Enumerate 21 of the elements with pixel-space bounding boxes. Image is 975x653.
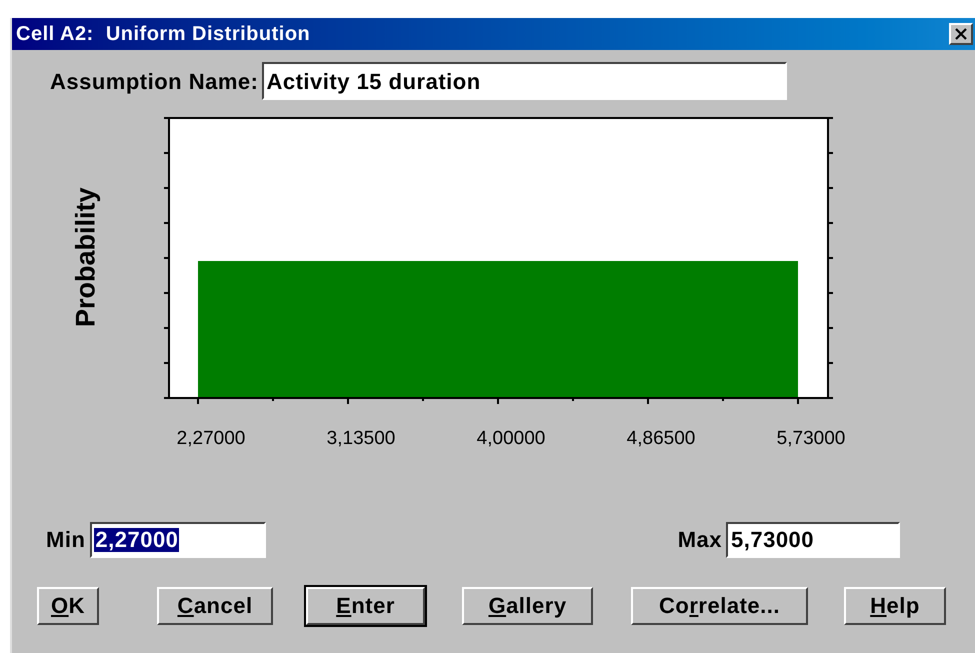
assumption-name-label: Assumption Name:	[50, 68, 258, 96]
x-tick-label: 4,86500	[626, 427, 696, 451]
x-tick-label: 4,00000	[476, 427, 546, 451]
y-axis-label: Probability	[69, 187, 102, 327]
x-tick-label: 5,73000	[776, 427, 846, 451]
dialog-button[interactable]: OK	[37, 586, 99, 624]
number-field[interactable]: 5,73000	[726, 522, 900, 558]
close-button[interactable]	[949, 23, 973, 45]
dialog-button[interactable]: Help	[844, 586, 946, 624]
x-tick-label: 3,13500	[326, 427, 396, 451]
min-label: Min	[46, 526, 86, 554]
x-tick-label: 2,27000	[176, 427, 246, 451]
dialog-button[interactable]: Correlate...	[631, 586, 808, 624]
assumption-name-field[interactable]: Activity 15 duration	[262, 62, 788, 100]
close-icon	[955, 28, 967, 40]
dialog-button[interactable]: Enter	[306, 586, 425, 624]
number-field[interactable]: 2,27000	[90, 522, 266, 558]
dialog-button[interactable]: Cancel	[157, 586, 273, 624]
window-title: Cell A2: Uniform Distribution	[16, 22, 310, 47]
dialog-button[interactable]: Gallery	[462, 586, 593, 624]
max-label: Max	[678, 526, 722, 554]
